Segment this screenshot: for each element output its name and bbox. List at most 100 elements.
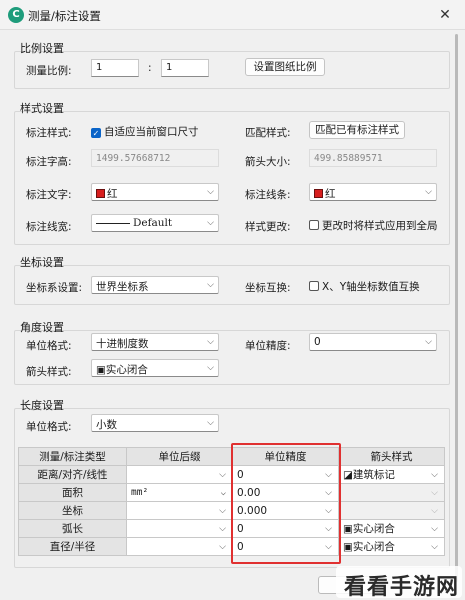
chevron-down-icon: ⌵ — [325, 505, 332, 516]
mark-style-label: 标注样式: — [26, 127, 72, 139]
table-row: 坐标 ⌵ 0.000 ⌵ ⌵ — [18, 501, 445, 520]
style-section-title: 样式设置 — [20, 102, 64, 115]
line-width-label: 标注线宽: — [26, 221, 72, 233]
arrow-cell[interactable]: ◪建筑标记 ⌵ — [338, 465, 445, 484]
table-row: 面积 mm² ⌵ 0.00 ⌵ ⌵ — [18, 483, 445, 502]
length-unit-select[interactable]: 小数 ⌵ — [91, 414, 219, 432]
chevron-down-icon: ⌵ — [219, 505, 226, 516]
row-type-cell: 直径/半径 — [18, 537, 127, 556]
scale-label: 测量比例: — [26, 65, 72, 77]
line-color-label: 标注线条: — [245, 189, 291, 201]
arrow-solid-icon: ▣ — [343, 522, 353, 535]
suffix-cell[interactable]: ⌵ — [126, 519, 233, 538]
dialog-scrollbar[interactable] — [454, 30, 460, 590]
angle-precision-value: 0 — [314, 336, 321, 348]
text-height-label: 标注字高: — [26, 156, 72, 168]
scale-left-input[interactable]: 1 — [91, 59, 139, 77]
chevron-down-icon: ⌵ — [325, 487, 332, 498]
precision-value: 0 — [237, 468, 244, 481]
coord-system-label: 坐标系设置: — [26, 282, 83, 294]
style-change-label: 样式更改: — [245, 221, 291, 233]
suffix-cell[interactable]: ⌵ — [126, 501, 233, 520]
arrow-solid-icon: ▣ — [343, 540, 353, 553]
angle-unit-value: 十进制度数 — [96, 338, 149, 350]
length-table: 测量/标注类型 单位后缀 单位精度 箭头样式 距离/对齐/线性 ⌵ 0 ⌵ ◪建筑… — [18, 447, 445, 556]
coord-system-select[interactable]: 世界坐标系 ⌵ — [91, 276, 219, 294]
precision-cell[interactable]: 0 ⌵ — [232, 465, 339, 484]
precision-value: 0 — [237, 522, 244, 535]
precision-cell[interactable]: 0.000 ⌵ — [232, 501, 339, 520]
line-width-value: Default — [133, 217, 173, 229]
arrow-value: 建筑标记 — [352, 468, 395, 481]
angle-arrow-select[interactable]: ▣实心闭合 ⌵ — [91, 359, 219, 377]
apply-global-checkbox[interactable]: 更改时将样式应用到全局 — [309, 218, 438, 233]
text-color-select[interactable]: 红 ⌵ — [91, 183, 219, 201]
suffix-cell[interactable]: mm² ⌵ — [126, 483, 233, 502]
col-header-arrow: 箭头样式 — [338, 447, 445, 466]
chevron-down-icon: ⌵ — [431, 505, 438, 516]
line-color-value: 红 — [325, 188, 336, 200]
coord-swap-text: X、Y轴坐标数值互换 — [322, 281, 420, 293]
table-row: 直径/半径 ⌵ 0 ⌵ ▣实心闭合 ⌵ — [18, 537, 445, 556]
angle-arrow-value: 实心闭合 — [105, 364, 148, 376]
row-type-cell: 弧长 — [18, 519, 127, 538]
app-logo-icon: C — [8, 7, 24, 23]
set-drawing-scale-button[interactable]: 设置图纸比例 — [245, 58, 325, 76]
chevron-down-icon: ⌵ — [431, 523, 438, 534]
suffix-value: mm² — [131, 486, 149, 498]
precision-cell[interactable]: 0 ⌵ — [232, 537, 339, 556]
scrollbar-thumb[interactable] — [455, 34, 458, 582]
row-type-cell: 面积 — [18, 483, 127, 502]
angle-unit-select[interactable]: 十进制度数 ⌵ — [91, 333, 219, 351]
angle-section-title: 角度设置 — [20, 321, 64, 334]
chevron-down-icon: ⌵ — [425, 187, 432, 197]
coord-swap-label: 坐标互换: — [245, 282, 291, 294]
watermark-logo: 看看手游网 — [336, 566, 462, 600]
chevron-down-icon: ⌵ — [219, 523, 226, 534]
coord-section-title: 坐标设置 — [20, 256, 64, 269]
text-height-field: 1499.57668712 — [91, 149, 219, 167]
angle-precision-label: 单位精度: — [245, 340, 291, 352]
coord-swap-checkbox[interactable]: X、Y轴坐标数值互换 — [309, 279, 420, 294]
text-color-value: 红 — [107, 188, 118, 200]
precision-value: 0 — [237, 540, 244, 553]
suffix-cell[interactable]: ⌵ — [126, 537, 233, 556]
check-icon: ✓ — [91, 128, 101, 138]
checkbox-icon — [309, 220, 319, 230]
chevron-down-icon: ⌵ — [207, 187, 214, 197]
angle-unit-label: 单位格式: — [26, 340, 72, 352]
arrow-cell[interactable]: ▣实心闭合 ⌵ — [338, 537, 445, 556]
angle-precision-select[interactable]: 0 ⌵ — [309, 333, 437, 351]
chevron-down-icon: ⌵ — [219, 469, 226, 480]
scale-section-title: 比例设置 — [20, 42, 64, 55]
line-color-select[interactable]: 红 ⌵ — [309, 183, 437, 201]
adapt-window-text: 自适应当前窗口尺寸 — [104, 126, 199, 138]
close-button[interactable]: ✕ — [425, 0, 465, 30]
chevron-down-icon: ⌵ — [207, 218, 214, 228]
row-type-cell: 坐标 — [18, 501, 127, 520]
chevron-down-icon: ⌵ — [207, 418, 214, 428]
precision-cell[interactable]: 0 ⌵ — [232, 519, 339, 538]
suffix-cell[interactable]: ⌵ — [126, 465, 233, 484]
arrow-cell: ⌵ — [338, 501, 445, 520]
col-header-type: 测量/标注类型 — [18, 447, 127, 466]
scale-right-input[interactable]: 1 — [161, 59, 209, 77]
chevron-down-icon: ⌵ — [431, 469, 438, 480]
col-header-precision: 单位精度 — [232, 447, 339, 466]
chevron-down-icon: ⌵ — [325, 523, 332, 534]
match-existing-style-button[interactable]: 匹配已有标注样式 — [309, 121, 405, 139]
watermark-text: 看看手游网 — [344, 575, 460, 600]
chevron-down-icon: ⌵ — [207, 337, 214, 347]
table-row: 弧长 ⌵ 0 ⌵ ▣实心闭合 ⌵ — [18, 519, 445, 538]
col-header-suffix: 单位后缀 — [126, 447, 233, 466]
adapt-window-checkbox[interactable]: ✓ 自适应当前窗口尺寸 — [91, 124, 199, 139]
line-width-select[interactable]: Default ⌵ — [91, 214, 219, 232]
title-bar: C 测量/标注设置 ✕ — [0, 0, 465, 30]
chevron-down-icon: ⌵ — [207, 280, 214, 290]
arrow-solid-icon: ▣ — [96, 364, 106, 376]
red-swatch-icon — [314, 189, 323, 198]
arrow-cell[interactable]: ▣实心闭合 ⌵ — [338, 519, 445, 538]
precision-cell[interactable]: 0.00 ⌵ — [232, 483, 339, 502]
coord-system-value: 世界坐标系 — [96, 281, 149, 293]
chevron-down-icon: ⌵ — [207, 363, 214, 373]
